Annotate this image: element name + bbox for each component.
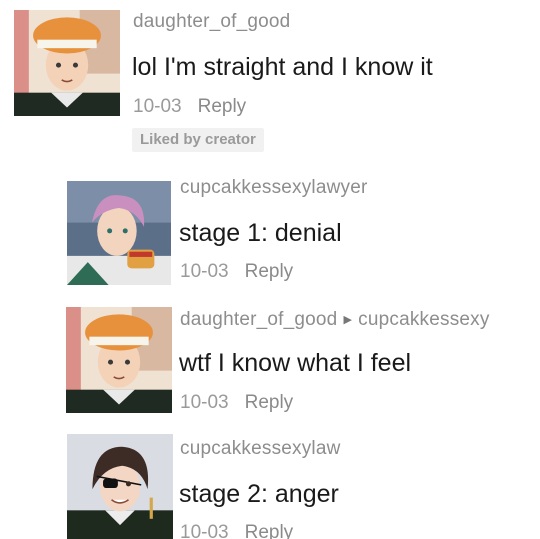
reply-username[interactable]: cupcakkessexylawyer xyxy=(180,177,368,199)
reply-item: daughter_of_good ▶ cupcakkessexy wtf I kno… xyxy=(0,300,540,425)
comment-date: 10-03 xyxy=(133,96,182,117)
comment-text: lol I'm straight and I know it xyxy=(132,53,433,81)
reply-button[interactable]: Reply xyxy=(245,522,294,539)
reply-meta: 10-03 Reply xyxy=(180,261,293,283)
reply-username[interactable]: cupcakkessexylaw xyxy=(180,438,341,460)
avatar-image xyxy=(66,307,172,413)
reply-author[interactable]: daughter_of_good xyxy=(180,309,337,330)
reply-username[interactable]: daughter_of_good ▶ cupcakkessexy xyxy=(180,309,490,331)
avatar-image xyxy=(67,181,171,285)
reply-text: wtf I know what I feel xyxy=(179,349,412,377)
reply-meta: 10-03 Reply xyxy=(180,522,293,539)
reply-to-username[interactable]: cupcakkessexy xyxy=(358,309,489,330)
reply-date: 10-03 xyxy=(180,522,229,539)
reply-date: 10-03 xyxy=(180,392,229,413)
avatar-image xyxy=(14,10,120,116)
reply-item: cupcakkessexylaw stage 2: anger 10-03 Rep… xyxy=(0,428,540,539)
comment-meta: 10-03 Reply xyxy=(133,96,246,118)
reply-button[interactable]: Reply xyxy=(245,261,294,282)
avatar-image xyxy=(67,434,173,539)
comment-username[interactable]: daughter_of_good xyxy=(133,11,290,33)
reply-text: stage 2: anger xyxy=(179,480,339,508)
reply-date: 10-03 xyxy=(180,261,229,282)
avatar[interactable] xyxy=(66,307,172,413)
reply-button[interactable]: Reply xyxy=(198,96,247,117)
avatar[interactable] xyxy=(14,10,120,116)
comment-item: daughter_of_good lol I'm straight and I … xyxy=(0,0,540,160)
right-triangle-icon: ▶ xyxy=(343,314,353,326)
reply-item: cupcakkessexylawyer stage 1: denial 10-0… xyxy=(0,170,540,295)
liked-by-creator-badge: Liked by creator xyxy=(132,128,264,152)
avatar[interactable] xyxy=(67,434,173,539)
reply-button[interactable]: Reply xyxy=(245,392,294,413)
avatar[interactable] xyxy=(67,181,171,285)
comment-thread: daughter_of_good lol I'm straight and I … xyxy=(0,0,540,539)
reply-text: stage 1: denial xyxy=(179,219,342,247)
reply-meta: 10-03 Reply xyxy=(180,392,293,414)
